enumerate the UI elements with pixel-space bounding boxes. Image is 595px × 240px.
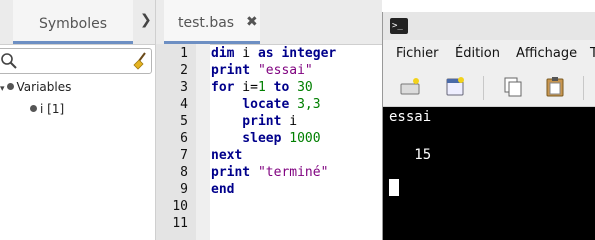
number-literal: 1000 <box>281 131 321 146</box>
line-number: 11 <box>172 216 188 231</box>
code-line: end <box>211 182 234 197</box>
close-icon[interactable]: ✖ <box>246 14 258 30</box>
code-editor: test.bas ✖ 1 2 3 4 5 6 7 8 9 10 11 dim i… <box>156 0 382 240</box>
new-window-icon[interactable] <box>444 76 466 98</box>
line-number: 3 <box>180 80 188 95</box>
terminal-cursor <box>389 179 399 196</box>
terminal-line: essai <box>389 109 432 125</box>
terminal-titlebar[interactable]: >_ <box>383 12 595 40</box>
terminal-line: 15 <box>389 147 432 163</box>
paste-icon[interactable] <box>544 76 566 98</box>
terminal-icon: >_ <box>390 18 408 34</box>
keyword: print <box>211 165 251 180</box>
identifier: i <box>281 114 298 129</box>
terminal-output[interactable]: essai 15 <box>383 107 595 240</box>
copy-icon[interactable] <box>502 76 524 98</box>
keyword: as integer <box>257 46 337 61</box>
toolbar-separator <box>483 76 484 100</box>
line-number: 7 <box>180 148 188 163</box>
menu-affichage[interactable]: Affichage <box>516 46 577 61</box>
symbols-search-bar <box>0 46 155 75</box>
line-number: 9 <box>180 182 188 197</box>
editor-tabbar: test.bas ✖ <box>156 0 382 45</box>
code-line: sleep 1000 <box>211 131 321 146</box>
chevron-right-icon[interactable]: ❯ <box>140 12 152 28</box>
keyword: end <box>211 182 235 197</box>
menu-terminal[interactable]: T <box>590 46 595 61</box>
keyword: print <box>211 114 282 129</box>
node-icon <box>30 105 37 112</box>
tab-symboles[interactable]: Symboles <box>13 0 133 44</box>
line-number: 4 <box>180 97 188 112</box>
code-line: next <box>211 148 242 163</box>
tab-test-bas[interactable]: test.bas ✖ <box>164 0 260 44</box>
fold-margin[interactable] <box>196 44 210 240</box>
tab-active-indicator <box>13 41 133 44</box>
terminal-window: >_ Fichier Édition Affichage T essai 15 <box>382 12 595 240</box>
code-line: print "terminé" <box>211 165 328 180</box>
toolbar-separator <box>583 76 584 100</box>
terminal-toolbar <box>383 68 595 107</box>
tree-node-label: i [1] <box>40 102 65 116</box>
string-literal: "terminé" <box>250 165 329 180</box>
number-literal: 30 <box>297 80 313 95</box>
tab-symboles-label: Symboles <box>38 16 108 32</box>
keyword: locate <box>211 97 290 112</box>
node-icon <box>6 83 14 90</box>
line-number: 1 <box>180 46 188 61</box>
search-icon <box>1 53 17 69</box>
terminal-menubar: Fichier Édition Affichage T <box>383 40 595 68</box>
keyword: sleep <box>211 131 282 146</box>
code-line: print "essai" <box>211 63 313 78</box>
number-literal: 3,3 <box>289 97 321 112</box>
keyword: next <box>211 148 243 163</box>
keyword: dim <box>211 46 235 61</box>
tree-node-variable-i[interactable]: i [1] <box>30 102 64 116</box>
code-line: print i <box>211 114 297 129</box>
new-tab-icon[interactable] <box>399 76 421 98</box>
string-literal: "essai" <box>250 63 313 78</box>
identifier: i= <box>234 80 258 95</box>
line-number: 10 <box>172 199 188 214</box>
symbols-tabbar: Symboles ❯ <box>0 0 155 45</box>
tree-node-label: Variables <box>16 80 72 94</box>
keyword: for <box>211 80 235 95</box>
menu-edition[interactable]: Édition <box>455 46 500 61</box>
keyword: to <box>265 80 298 95</box>
line-number: 8 <box>180 165 188 180</box>
line-number: 5 <box>180 114 188 129</box>
code-line: dim i as integer <box>211 46 336 61</box>
number-literal: 1 <box>257 80 266 95</box>
expander-icon[interactable]: ▾ <box>0 84 5 94</box>
menu-fichier[interactable]: Fichier <box>396 46 439 61</box>
keyword: print <box>211 63 251 78</box>
broom-icon[interactable] <box>130 51 150 71</box>
identifier: i <box>234 46 258 61</box>
line-number: 2 <box>180 63 188 78</box>
symbols-panel: Symboles ❯ ▾ Variables i [1] <box>0 0 156 240</box>
tree-node-variables[interactable]: ▾ Variables <box>0 80 71 94</box>
code-line: locate 3,3 <box>211 97 321 112</box>
line-number: 6 <box>180 131 188 146</box>
tab-label: test.bas <box>178 15 235 31</box>
code-line: for i=1 to 30 <box>211 80 313 95</box>
